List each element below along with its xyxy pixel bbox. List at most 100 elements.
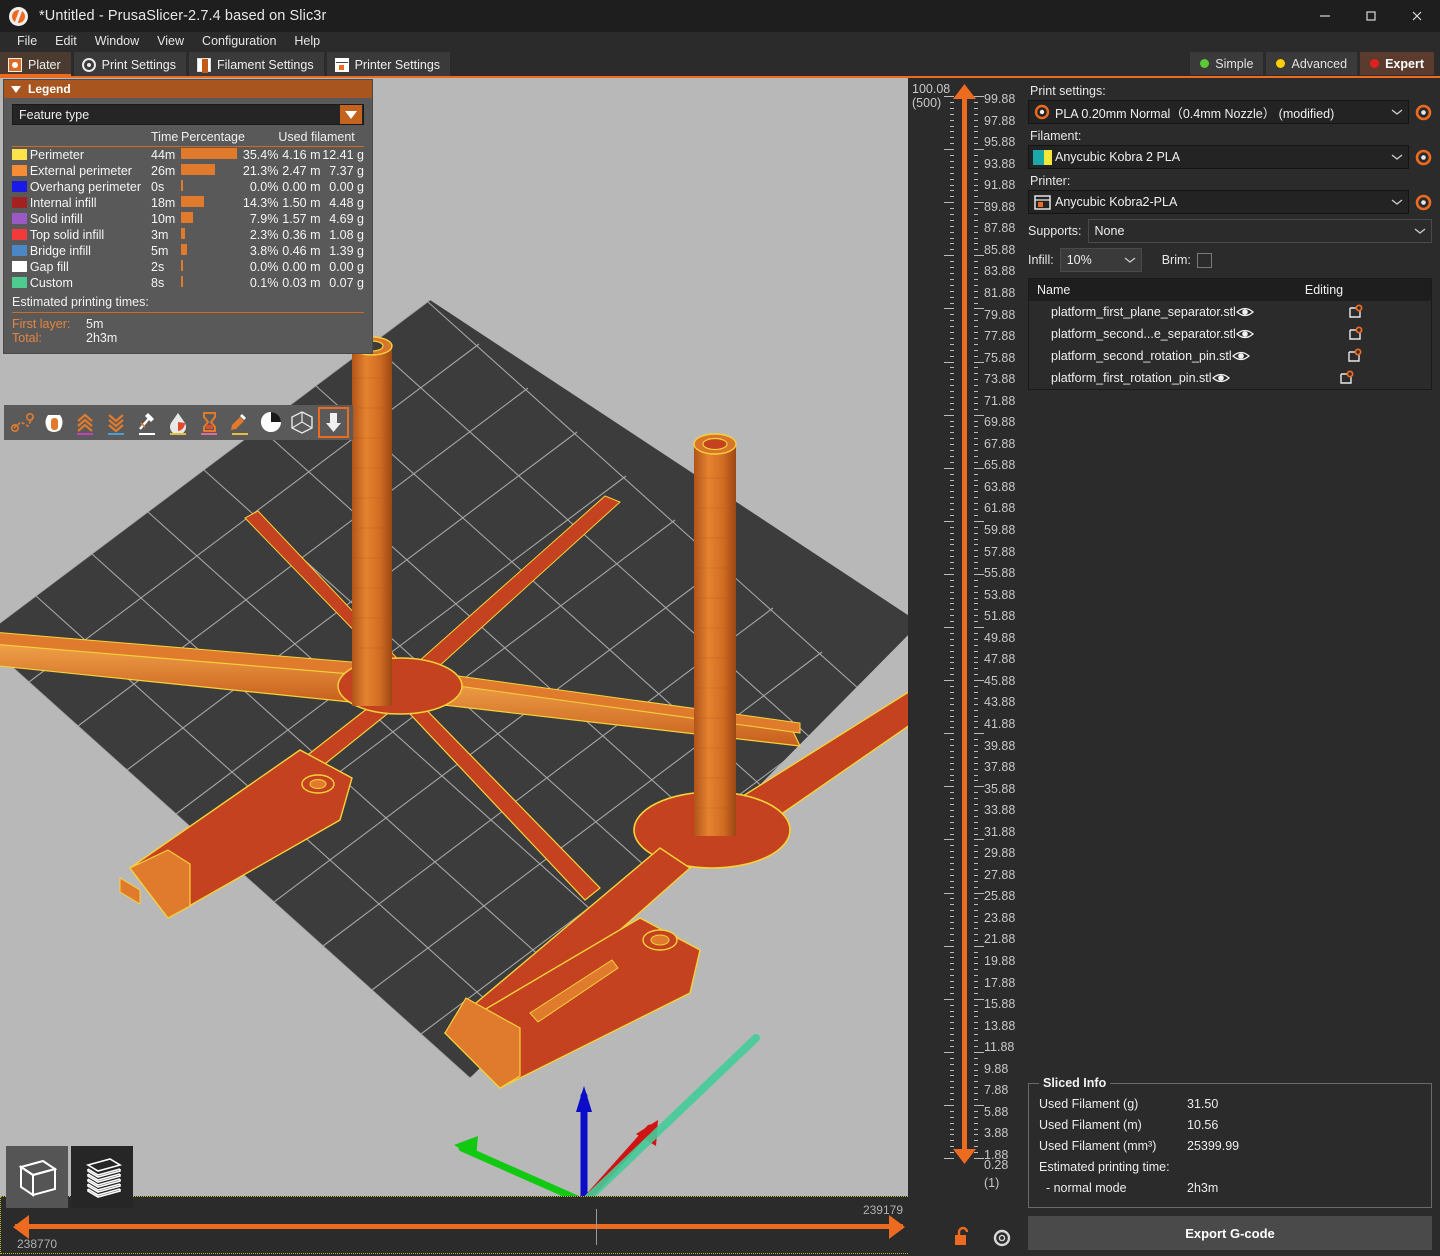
vslider-tick [974, 108, 978, 109]
tab-printer-settings[interactable]: Printer Settings [327, 52, 450, 77]
vslider-lower-handle[interactable] [953, 1149, 976, 1164]
legend-row[interactable]: Overhang perimeter0s0.0%0.00 m0.00 g [12, 179, 364, 195]
shells-icon[interactable] [258, 409, 285, 436]
eye-icon[interactable] [1236, 306, 1280, 318]
tab-plater[interactable]: Plater [0, 52, 71, 77]
chevron-down-icon[interactable] [1409, 227, 1431, 235]
edit-object-icon[interactable] [1261, 370, 1431, 386]
vertical-layer-slider[interactable]: 100.08 (500) 99.8897.8895.8893.8891.8889… [908, 78, 1020, 1256]
chevron-down-icon[interactable] [1386, 108, 1408, 116]
filament-edit-gear-icon[interactable] [1415, 149, 1432, 166]
table-row[interactable]: platform_first_plane_separator.stl [1029, 301, 1431, 323]
close-button[interactable] [1394, 0, 1440, 32]
vslider-track[interactable] [962, 96, 967, 1156]
preview-layers-icon[interactable] [71, 1146, 133, 1208]
vslider-tick [974, 845, 978, 846]
vslider-tick [974, 462, 978, 463]
legend-row[interactable]: Custom8s0.1%0.03 m0.07 g [12, 275, 364, 291]
eye-icon[interactable] [1212, 372, 1261, 384]
unlocked-padlock-icon[interactable] [952, 1226, 974, 1248]
printer-edit-gear-icon[interactable] [1415, 194, 1432, 211]
legend-row[interactable]: Top solid infill3m2.3%0.36 m1.08 g [12, 227, 364, 243]
vslider-tick [974, 574, 984, 575]
brim-checkbox[interactable] [1197, 253, 1212, 268]
vslider-tick [944, 733, 954, 734]
vslider-tick [974, 1052, 984, 1053]
legend-feature-percentage: 0.0% [239, 259, 279, 275]
menu-window[interactable]: Window [86, 32, 148, 51]
legend-row[interactable]: Internal infill18m14.3%1.50 m4.48 g [12, 195, 364, 211]
mode-advanced-button[interactable]: Advanced [1266, 52, 1357, 75]
filament-select[interactable]: Anycubic Kobra 2 PLA [1028, 145, 1409, 169]
print-settings-edit-gear-icon[interactable] [1415, 104, 1432, 121]
horizontal-move-slider[interactable]: 239179 238770 [0, 1196, 918, 1254]
vslider-tick [950, 792, 954, 793]
menu-edit[interactable]: Edit [46, 32, 86, 51]
color-changes-icon[interactable] [165, 409, 192, 436]
edit-object-icon[interactable] [1280, 304, 1431, 320]
chevron-down-icon[interactable] [1386, 153, 1408, 161]
deretractions-icon[interactable] [103, 409, 130, 436]
vslider-tick [974, 922, 978, 923]
legend-header[interactable]: Legend [4, 80, 372, 98]
vslider-tick [950, 1028, 954, 1029]
tab-print-settings[interactable]: Print Settings [74, 52, 186, 77]
vslider-tick [974, 916, 978, 917]
custom-gcodes-icon[interactable] [227, 409, 254, 436]
view-type-dropdown[interactable]: Feature type [12, 104, 364, 125]
table-row[interactable]: platform_second_rotation_pin.stl [1029, 345, 1431, 367]
legend-toggle-icon[interactable] [289, 409, 316, 436]
eye-icon[interactable] [1236, 328, 1280, 340]
table-row[interactable]: platform_second...e_separator.stl [1029, 323, 1431, 345]
view-type-dropdown-arrow[interactable] [340, 105, 362, 124]
legend-percentage-bar [181, 211, 239, 227]
mode-simple-button[interactable]: Simple [1190, 52, 1263, 75]
slider-settings-gear-icon[interactable] [992, 1228, 1012, 1248]
print-settings-select[interactable]: PLA 0.20mm Normal（0.4mm Nozzle） (modifie… [1028, 100, 1409, 124]
edit-object-icon[interactable] [1280, 326, 1431, 342]
menu-help[interactable]: Help [285, 32, 329, 51]
menu-configuration[interactable]: Configuration [193, 32, 285, 51]
vslider-tick [950, 775, 954, 776]
edit-object-icon[interactable] [1276, 348, 1431, 364]
table-row[interactable]: platform_first_rotation_pin.stl [1029, 367, 1431, 389]
chevron-down-icon[interactable] [1386, 198, 1408, 206]
menu-view[interactable]: View [148, 32, 193, 51]
sliced-info-time-label-row: Estimated printing time: [1039, 1157, 1421, 1178]
vslider-tick [950, 1005, 954, 1006]
hslider-left-handle[interactable] [13, 1215, 29, 1239]
hslider-right-handle[interactable] [889, 1215, 905, 1239]
chevron-down-icon[interactable] [1119, 256, 1141, 264]
hslider-track[interactable] [15, 1224, 903, 1229]
legend-row[interactable]: Gap fill2s0.0%0.00 m0.00 g [12, 259, 364, 275]
export-gcode-button[interactable]: Export G-code [1028, 1216, 1432, 1250]
seams-icon[interactable] [72, 409, 99, 436]
vslider-tick [974, 810, 978, 811]
pause-prints-icon[interactable] [196, 409, 223, 436]
legend-row[interactable]: External perimeter26m21.3%2.47 m7.37 g [12, 163, 364, 179]
3d-editor-view-icon[interactable] [6, 1146, 68, 1208]
maximize-button[interactable] [1348, 0, 1394, 32]
minimize-button[interactable] [1302, 0, 1348, 32]
legend-row[interactable]: Bridge infill5m3.8%0.46 m1.39 g [12, 243, 364, 259]
legend-percentage-bar [181, 147, 239, 164]
vslider-tick [974, 1046, 978, 1047]
sequential-slider-icon[interactable] [320, 409, 347, 436]
tool-changes-icon[interactable] [134, 409, 161, 436]
vslider-tick [974, 775, 978, 776]
vslider-upper-handle[interactable] [953, 84, 976, 99]
tab-filament-settings[interactable]: Filament Settings [189, 52, 324, 77]
menu-file[interactable]: File [8, 32, 46, 51]
eye-icon[interactable] [1232, 350, 1277, 362]
retractions-icon[interactable] [41, 409, 68, 436]
infill-select[interactable]: 10% [1060, 248, 1142, 272]
legend-row[interactable]: Perimeter44m35.4%4.16 m12.41 g [12, 147, 364, 164]
travel-icon[interactable] [10, 409, 37, 436]
mode-expert-button[interactable]: Expert [1360, 52, 1434, 75]
printer-select[interactable]: Anycubic Kobra2-PLA [1028, 190, 1409, 214]
legend-feature-name: Overhang perimeter [30, 179, 151, 195]
vslider-tick [974, 285, 978, 286]
legend-row[interactable]: Solid infill10m7.9%1.57 m4.69 g [12, 211, 364, 227]
legend-feature-weight: 4.48 g [320, 195, 364, 211]
supports-select[interactable]: None [1088, 219, 1432, 243]
